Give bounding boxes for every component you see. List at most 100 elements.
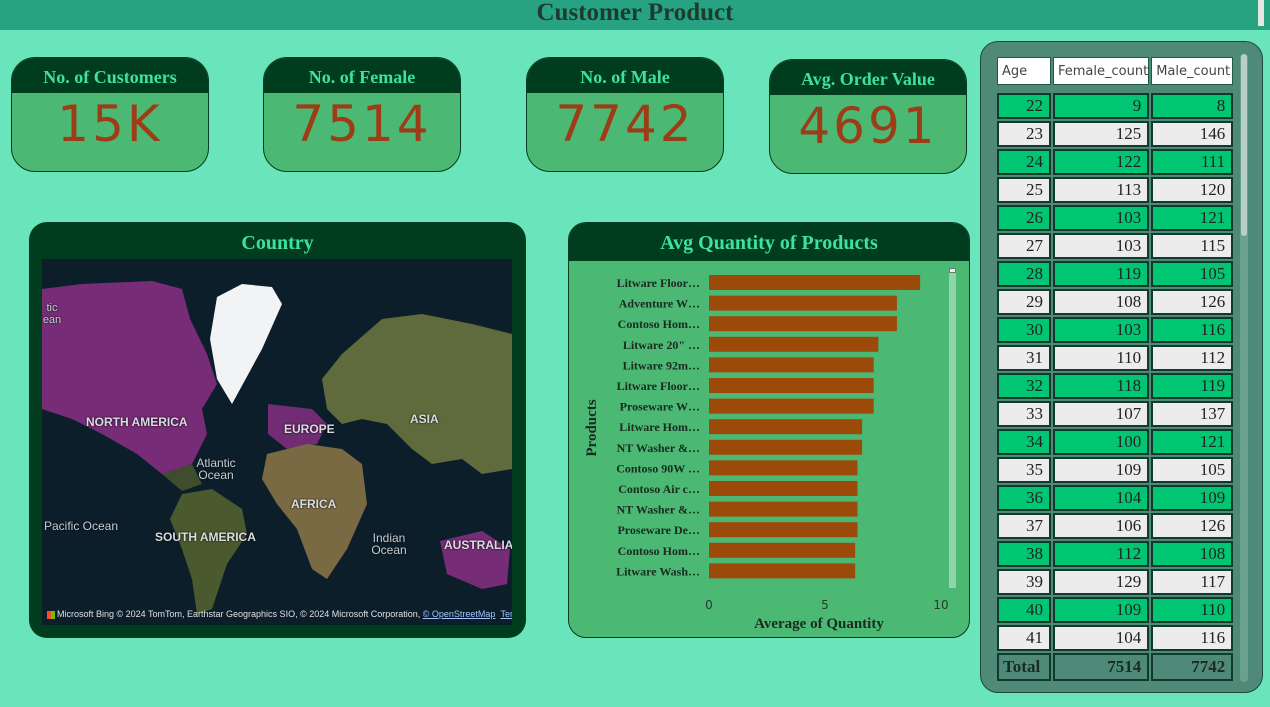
bar[interactable]: [709, 481, 858, 496]
table-row[interactable]: 35 109 105: [997, 457, 1234, 483]
table-row[interactable]: 36 104 109: [997, 485, 1234, 511]
table-row[interactable]: 34 100 121: [997, 429, 1234, 455]
column-header-age[interactable]: Age: [997, 57, 1051, 85]
table-row[interactable]: 31 110 112: [997, 345, 1234, 371]
table-row[interactable]: 28 119 105: [997, 261, 1234, 287]
male-total-cell: 7742: [1151, 653, 1234, 681]
table-row[interactable]: 32 118 119: [997, 373, 1234, 399]
bar[interactable]: [709, 295, 897, 311]
female-count-cell: 109: [1053, 597, 1150, 623]
table-row[interactable]: 25 113 120: [997, 177, 1234, 203]
bar[interactable]: [709, 542, 856, 558]
bar[interactable]: [709, 316, 897, 332]
kpi-value: 7742: [555, 95, 695, 153]
world-map-graphic: [42, 259, 512, 625]
country-map[interactable]: NORTH AMERICA EUROPE ASIA AFRICA SOUTH A…: [42, 259, 512, 625]
table-row[interactable]: 22 9 8: [997, 93, 1234, 119]
age-cell: 35: [997, 457, 1051, 483]
table-row[interactable]: 24 122 111: [997, 149, 1234, 175]
bar[interactable]: [709, 336, 879, 352]
table-row[interactable]: 38 112 108: [997, 541, 1234, 567]
map-title: Country: [241, 232, 314, 254]
male-count-cell: 8: [1151, 93, 1234, 119]
title-bar-edge: [1258, 0, 1264, 26]
table-scrollbar[interactable]: [1240, 54, 1248, 682]
bar[interactable]: [709, 460, 858, 476]
age-cell: 33: [997, 401, 1051, 427]
table-row[interactable]: 27 103 115: [997, 233, 1234, 259]
map-label-europe: EUROPE: [284, 422, 335, 436]
age-cell: 22: [997, 93, 1051, 119]
female-count-cell: 104: [1053, 625, 1150, 651]
bar[interactable]: [709, 275, 921, 290]
microsoft-logo-icon: [47, 610, 55, 619]
age-cell: 24: [997, 149, 1051, 175]
female-count-cell: 106: [1053, 513, 1150, 539]
bar[interactable]: [709, 522, 858, 538]
kpi-card-customers[interactable]: No. of Customers 15K: [11, 57, 209, 172]
map-label-pacific: Pacific Ocean: [44, 519, 119, 533]
table-total-row: Total 7514 7742: [997, 653, 1234, 681]
female-count-cell: 109: [1053, 457, 1150, 483]
bar[interactable]: [709, 501, 858, 517]
map-label-africa: AFRICA: [291, 497, 337, 511]
osm-link[interactable]: © OpenStreetMap: [423, 609, 496, 619]
table-scrollbar-thumb[interactable]: [1241, 54, 1247, 236]
table-row[interactable]: 39 129 117: [997, 569, 1234, 595]
table-row[interactable]: 29 108 126: [997, 289, 1234, 315]
age-cell: 36: [997, 485, 1051, 511]
table-row[interactable]: 37 106 126: [997, 513, 1234, 539]
table-row[interactable]: 40 109 110: [997, 597, 1234, 623]
kpi-card-avg-order-value[interactable]: Avg. Order Value 4691: [769, 59, 967, 174]
map-label-atlantic: Atlantic Ocean: [196, 456, 236, 482]
category-label: Litware Wash…: [616, 564, 700, 578]
age-cell: 34: [997, 429, 1051, 455]
chart-scrollbar[interactable]: [949, 268, 956, 588]
table-row[interactable]: 41 104 116: [997, 625, 1234, 651]
column-header-male-count[interactable]: Male_count: [1151, 57, 1234, 85]
map-label-asia: ASIA: [410, 412, 439, 426]
total-label-cell: Total: [997, 653, 1051, 681]
male-count-cell: 116: [1151, 625, 1234, 651]
bar[interactable]: [709, 439, 863, 455]
category-label: Litware Floor…: [617, 379, 700, 393]
female-count-cell: 100: [1053, 429, 1150, 455]
female-count-cell: 129: [1053, 569, 1150, 595]
bar[interactable]: [709, 398, 874, 414]
avg-quantity-chart-panel[interactable]: Avg Quantity of Products Litware Floor… A…: [568, 222, 970, 638]
female-count-cell: 9: [1053, 93, 1150, 119]
male-count-cell: 105: [1151, 261, 1234, 287]
bar[interactable]: [709, 419, 863, 435]
category-label: Contoso Hom…: [618, 544, 700, 558]
bar[interactable]: [709, 357, 874, 373]
age-cell: 32: [997, 373, 1051, 399]
kpi-label: No. of Male: [527, 58, 723, 93]
terms-link[interactable]: Terms: [500, 609, 512, 619]
category-label: NT Washer &…: [617, 441, 700, 455]
male-count-cell: 121: [1151, 429, 1234, 455]
category-label: Proseware De…: [617, 523, 700, 537]
map-label-australia: AUSTRALIA: [444, 538, 512, 552]
kpi-label: No. of Customers: [12, 58, 208, 93]
category-label: Adventure W…: [619, 297, 700, 311]
female-count-cell: 112: [1053, 541, 1150, 567]
kpi-card-female[interactable]: No. of Female 7514: [263, 57, 461, 172]
bar[interactable]: [709, 563, 856, 579]
kpi-card-male[interactable]: No. of Male 7742: [526, 57, 724, 172]
x-tick-label: 0: [705, 598, 713, 612]
table-row[interactable]: 33 107 137: [997, 401, 1234, 427]
y-axis-label: Products: [584, 399, 600, 456]
country-map-panel[interactable]: Country NORTH AMERICA EUROPE ASIA AFRICA…: [29, 222, 526, 638]
column-header-female-count[interactable]: Female_count: [1053, 57, 1150, 85]
male-count-cell: 108: [1151, 541, 1234, 567]
table-row[interactable]: 26 103 121: [997, 205, 1234, 231]
bar[interactable]: [709, 378, 874, 393]
female-count-cell: 104: [1053, 485, 1150, 511]
male-count-cell: 109: [1151, 485, 1234, 511]
chart-scrollbar-thumb[interactable]: [949, 268, 956, 273]
age-gender-table-panel[interactable]: Age Female_count Male_count 22 9 8 23 125 146…: [980, 41, 1263, 693]
table-row[interactable]: 23 125 146: [997, 121, 1234, 147]
age-cell: 29: [997, 289, 1051, 315]
table-row[interactable]: 30 103 116: [997, 317, 1234, 343]
female-count-cell: 122: [1053, 149, 1150, 175]
